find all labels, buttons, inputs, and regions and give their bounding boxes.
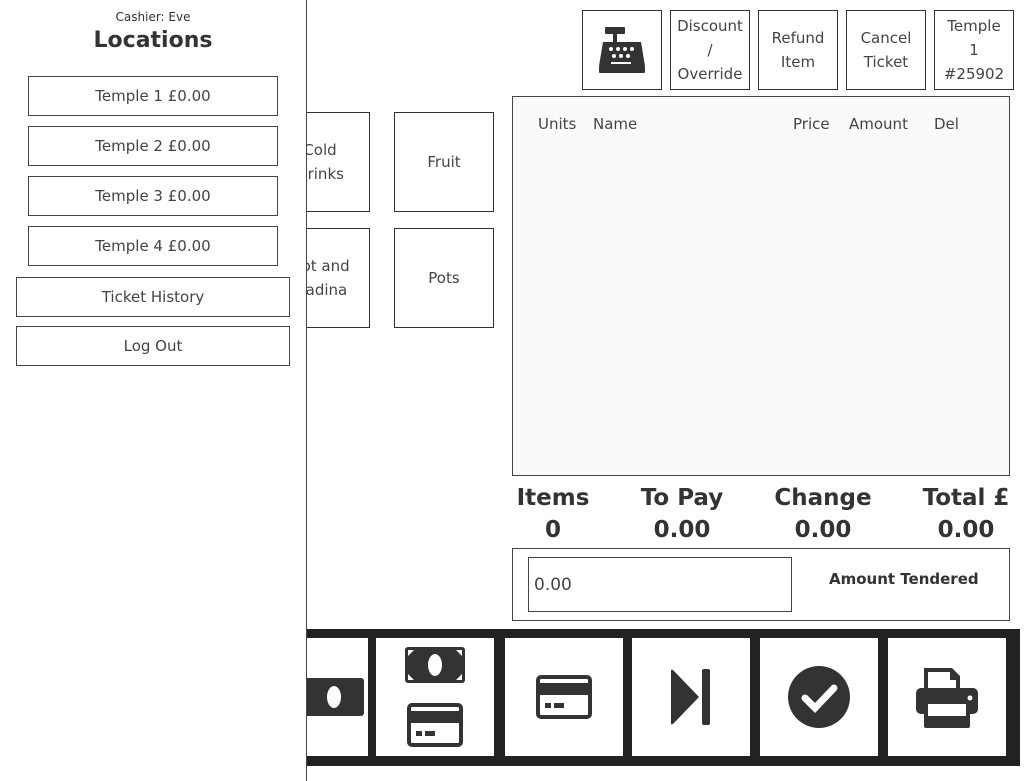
cash-button[interactable] bbox=[300, 638, 368, 756]
locations-sidebar: Cashier: Eve Locations Temple 1 £0.00 Te… bbox=[0, 0, 307, 781]
header-del: Del bbox=[934, 115, 959, 133]
header-amount: Amount bbox=[849, 115, 908, 133]
header-price: Price bbox=[793, 115, 830, 133]
log-out-button[interactable]: Log Out bbox=[16, 326, 290, 366]
confirm-button[interactable] bbox=[760, 638, 878, 756]
items-label: Items bbox=[516, 485, 590, 511]
card-icon bbox=[536, 675, 592, 719]
card-icon bbox=[407, 703, 463, 747]
cash-icon bbox=[304, 678, 364, 716]
cash-register-icon bbox=[599, 27, 645, 73]
cash-icon bbox=[405, 647, 465, 683]
items-value: 0 bbox=[544, 517, 561, 543]
cancel-ticket-button[interactable]: Cancel Ticket bbox=[846, 10, 926, 90]
location-temple-1[interactable]: Temple 1 £0.00 bbox=[28, 76, 278, 116]
amount-tendered-input[interactable] bbox=[528, 557, 792, 612]
print-icon bbox=[916, 668, 978, 728]
header-name: Name bbox=[593, 115, 638, 133]
card-button[interactable] bbox=[505, 638, 623, 756]
payment-action-bar bbox=[300, 629, 1020, 766]
locations-title: Locations bbox=[93, 28, 213, 53]
location-temple-4[interactable]: Temple 4 £0.00 bbox=[28, 226, 278, 266]
items-summary: Items 0 bbox=[503, 482, 603, 546]
amount-tendered-label: Amount Tendered bbox=[829, 570, 979, 588]
ticket-history-button[interactable]: Ticket History bbox=[16, 277, 290, 317]
change-value: 0.00 bbox=[794, 517, 852, 543]
to-pay-label: To Pay bbox=[640, 485, 724, 511]
header-units: Units bbox=[538, 115, 577, 133]
refund-item-button[interactable]: Refund Item bbox=[758, 10, 838, 90]
total-label: Total £ bbox=[922, 485, 1010, 511]
tender-panel: Amount Tendered bbox=[512, 548, 1010, 621]
location-temple-3[interactable]: Temple 3 £0.00 bbox=[28, 176, 278, 216]
location-temple-2[interactable]: Temple 2 £0.00 bbox=[28, 126, 278, 166]
category-fruit[interactable]: Fruit bbox=[394, 112, 494, 212]
total-summary: Total £ 0.00 bbox=[910, 482, 1022, 546]
discount-override-button[interactable]: Discount / Override bbox=[670, 10, 750, 90]
cash-and-card-button[interactable] bbox=[376, 638, 494, 756]
cashier-name: Cashier: Eve bbox=[115, 10, 191, 24]
skip-button[interactable] bbox=[632, 638, 750, 756]
print-button[interactable] bbox=[888, 638, 1006, 756]
confirm-icon bbox=[788, 666, 850, 728]
change-label: Change bbox=[774, 485, 872, 511]
skip-icon bbox=[671, 669, 710, 725]
change-summary: Change 0.00 bbox=[763, 482, 883, 546]
category-pots[interactable]: Pots bbox=[394, 228, 494, 328]
ticket-table: Units Name Price Amount Del bbox=[512, 96, 1010, 476]
total-value: 0.00 bbox=[937, 517, 995, 543]
register-button[interactable] bbox=[582, 10, 662, 90]
to-pay-value: 0.00 bbox=[653, 517, 711, 543]
ticket-button[interactable]: Temple 1 #25902 bbox=[934, 10, 1014, 90]
to-pay-summary: To Pay 0.00 bbox=[622, 482, 742, 546]
